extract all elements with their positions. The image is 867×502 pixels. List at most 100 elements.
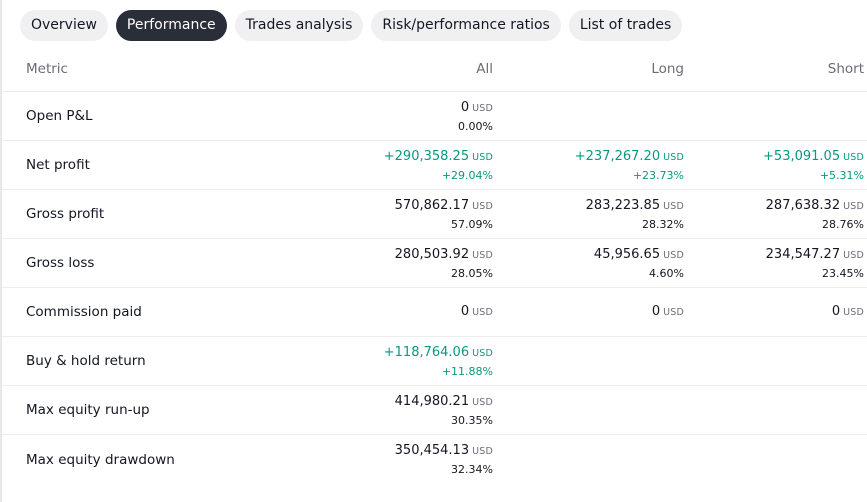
cell-value: +290,358.25 bbox=[383, 148, 470, 164]
table-row: Buy & hold return +118,764.06 USD +11.88% bbox=[2, 337, 867, 386]
cell-unit: USD bbox=[472, 347, 493, 359]
cell-unit: USD bbox=[472, 446, 493, 457]
cell-percent: +29.04% bbox=[441, 168, 493, 182]
metric-label: Buy & hold return bbox=[26, 353, 146, 369]
cell-long: 0 USD bbox=[652, 288, 684, 336]
table-header: Metric All Long Short bbox=[2, 46, 867, 92]
cell-value: +53,091.05 bbox=[763, 148, 841, 164]
cell-value-line: 350,454.13 USD bbox=[395, 441, 493, 461]
cell-long: 45,956.65 USD 4.60% bbox=[594, 239, 684, 287]
table-row: Open P&L 0 USD 0.00% bbox=[2, 92, 867, 141]
cell-all: 0 USD 0.00% bbox=[458, 92, 493, 140]
cell-percent: +11.88% bbox=[441, 364, 493, 378]
tab-trades-analysis[interactable]: Trades analysis bbox=[234, 10, 364, 41]
metric-label: Max equity run-up bbox=[26, 402, 150, 418]
cell-value-line: +290,358.25 USD bbox=[384, 147, 493, 167]
cell-percent: 30.35% bbox=[451, 413, 493, 427]
report-tabs: Overview Performance Trades analysis Ris… bbox=[20, 10, 683, 41]
cell-unit: USD bbox=[472, 396, 493, 408]
metric-label: Commission paid bbox=[26, 304, 142, 320]
cell-percent: 28.32% bbox=[642, 217, 684, 231]
cell-all: 0 USD bbox=[461, 288, 493, 336]
tab-overview[interactable]: Overview bbox=[20, 10, 108, 41]
metric-label: Open P&L bbox=[26, 108, 93, 124]
table-row: Gross profit 570,862.17 USD 57.09% 283,223.8… bbox=[2, 190, 867, 239]
strategy-report-page: Overview Performance Trades analysis Ris… bbox=[0, 0, 867, 502]
tab-performance[interactable]: Performance bbox=[115, 10, 227, 41]
table-body: Open P&L 0 USD 0.00% Net profit +290,358.25 US… bbox=[2, 92, 867, 484]
header-all: All bbox=[476, 60, 493, 77]
cell-value-line: +53,091.05 USD bbox=[763, 147, 864, 167]
header-short: Short bbox=[827, 60, 864, 77]
cell-unit: USD bbox=[663, 306, 684, 318]
cell-unit: USD bbox=[663, 200, 684, 212]
cell-percent: 32.34% bbox=[451, 463, 493, 476]
cell-unit: USD bbox=[472, 306, 493, 318]
cell-value-line: 0 USD bbox=[832, 302, 864, 323]
cell-long: +237,267.20 USD +23.73% bbox=[575, 141, 684, 189]
cell-value-line: 414,980.21 USD bbox=[395, 392, 493, 412]
cell-percent: 28.05% bbox=[451, 266, 493, 280]
cell-value-line: 287,638.32 USD bbox=[766, 196, 864, 216]
cell-value: 350,454.13 bbox=[394, 443, 470, 458]
tab-list-of-trades[interactable]: List of trades bbox=[568, 10, 683, 41]
cell-unit: USD bbox=[843, 200, 864, 212]
cell-value-line: +237,267.20 USD bbox=[575, 147, 684, 167]
cell-unit: USD bbox=[472, 151, 493, 163]
metric-label: Gross loss bbox=[26, 255, 95, 271]
cell-percent: 0.00% bbox=[458, 119, 493, 133]
cell-value: 0 bbox=[831, 303, 841, 319]
cell-value: 287,638.32 bbox=[765, 197, 841, 213]
cell-short: +53,091.05 USD +5.31% bbox=[763, 141, 864, 189]
cell-unit: USD bbox=[663, 249, 684, 261]
cell-value: 45,956.65 bbox=[593, 246, 661, 262]
cell-unit: USD bbox=[472, 200, 493, 212]
cell-unit: USD bbox=[472, 102, 493, 114]
performance-table: Metric All Long Short Open P&L 0 USD 0.00% N… bbox=[2, 46, 867, 484]
cell-value: 0 bbox=[460, 99, 470, 115]
table-row: Gross loss 280,503.92 USD 28.05% 45,956.65 US… bbox=[2, 239, 867, 288]
table-row: Max equity drawdown 350,454.13 USD 32.34% bbox=[2, 435, 867, 484]
header-metric: Metric bbox=[26, 60, 68, 77]
cell-all: 570,862.17 USD 57.09% bbox=[395, 190, 493, 238]
cell-value: 280,503.92 bbox=[394, 246, 470, 262]
cell-all: 280,503.92 USD 28.05% bbox=[395, 239, 493, 287]
tab-risk-performance-ratios[interactable]: Risk/performance ratios bbox=[371, 10, 561, 41]
cell-value: +118,764.06 bbox=[383, 344, 470, 360]
cell-short: 287,638.32 USD 28.76% bbox=[766, 190, 864, 238]
table-row: Max equity run-up 414,980.21 USD 30.35% bbox=[2, 386, 867, 435]
cell-value: 0 bbox=[460, 303, 470, 319]
cell-long: 283,223.85 USD 28.32% bbox=[586, 190, 684, 238]
cell-value: 414,980.21 bbox=[394, 393, 470, 409]
cell-percent: 4.60% bbox=[649, 266, 684, 280]
header-long: Long bbox=[651, 60, 684, 77]
cell-all: +118,764.06 USD +11.88% bbox=[384, 337, 493, 385]
cell-value-line: 234,547.27 USD bbox=[766, 245, 864, 265]
cell-value-line: 0 USD bbox=[461, 98, 493, 118]
cell-percent: +5.31% bbox=[819, 168, 864, 182]
cell-unit: USD bbox=[843, 249, 864, 261]
cell-percent: +23.73% bbox=[632, 168, 684, 182]
cell-percent: 57.09% bbox=[451, 217, 493, 231]
cell-value-line: 283,223.85 USD bbox=[586, 196, 684, 216]
cell-unit: USD bbox=[472, 249, 493, 261]
cell-all: +290,358.25 USD +29.04% bbox=[384, 141, 493, 189]
table-row: Net profit +290,358.25 USD +29.04% +237,267.… bbox=[2, 141, 867, 190]
cell-unit: USD bbox=[843, 306, 864, 318]
metric-label: Gross profit bbox=[26, 206, 105, 222]
cell-value: +237,267.20 bbox=[574, 148, 661, 164]
cell-short: 0 USD bbox=[832, 288, 864, 336]
table-row: Commission paid 0 USD 0 USD 0 USD bbox=[2, 288, 867, 337]
cell-short: 234,547.27 USD 23.45% bbox=[766, 239, 864, 287]
cell-all: 350,454.13 USD 32.34% bbox=[395, 435, 493, 484]
cell-value: 0 bbox=[651, 303, 661, 319]
cell-value-line: 570,862.17 USD bbox=[395, 196, 493, 216]
cell-value-line: 0 USD bbox=[461, 302, 493, 323]
cell-value: 234,547.27 bbox=[765, 246, 841, 262]
cell-percent: 23.45% bbox=[822, 266, 864, 280]
cell-value: 570,862.17 bbox=[394, 197, 470, 213]
cell-value-line: 0 USD bbox=[652, 302, 684, 323]
cell-value-line: 45,956.65 USD bbox=[594, 245, 684, 265]
cell-unit: USD bbox=[663, 151, 684, 163]
cell-all: 414,980.21 USD 30.35% bbox=[395, 386, 493, 434]
